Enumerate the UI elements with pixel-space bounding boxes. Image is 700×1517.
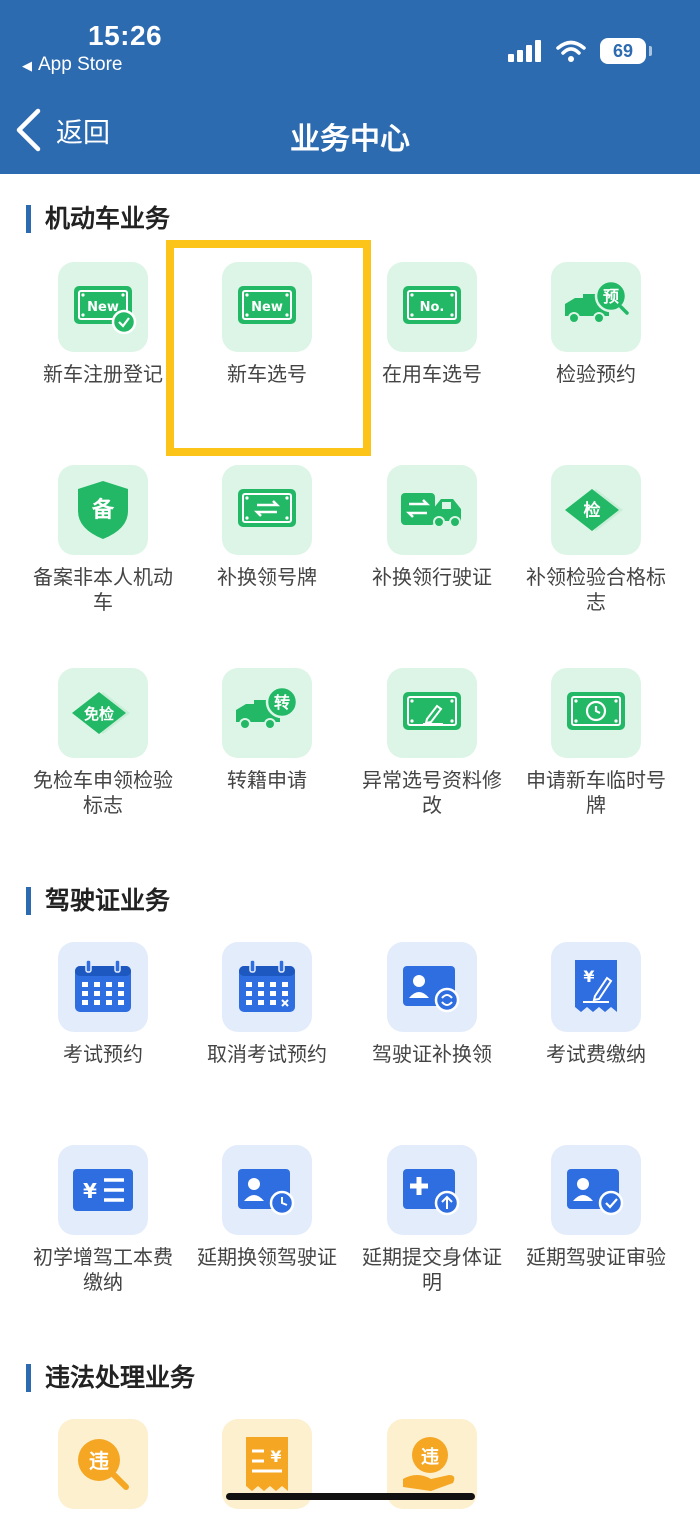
svg-text:转: 转 [274, 693, 290, 712]
svg-text:违: 违 [421, 1446, 439, 1468]
service-item-label: 补换领号牌 [217, 565, 317, 589]
service-item-label: 补换领行驶证 [372, 565, 492, 589]
new-plate-check-icon: New [58, 262, 148, 352]
service-item-label: 考试预约 [63, 1042, 143, 1066]
service-item[interactable]: 预检验预约 [514, 262, 678, 387]
signal-icon [508, 40, 541, 62]
service-item[interactable]: 考试预约 [21, 942, 185, 1067]
service-item[interactable]: 取消考试预约 [185, 942, 349, 1067]
home-indicator [226, 1493, 475, 1500]
service-item[interactable]: 免检免检车申领检验标志 [21, 668, 185, 818]
svg-text:备: 备 [91, 497, 115, 523]
service-item[interactable]: ¥ 初学增驾工本费缴纳 [21, 1145, 185, 1295]
status-back-app[interactable]: ◀ App Store [22, 54, 123, 76]
service-item[interactable]: New 新车注册登记 [21, 262, 185, 387]
status-icons: 69 [508, 38, 652, 64]
svg-text:¥: ¥ [583, 967, 594, 986]
inspection-diamond-icon: 检 [551, 465, 641, 555]
battery-indicator: 69 [600, 38, 652, 64]
header-bar: 15:26 ◀ App Store 69 返回 业务中心 [0, 0, 700, 174]
page-title: 业务中心 [290, 122, 410, 157]
license-check-icon [551, 1145, 641, 1235]
service-item-label: 考试费缴纳 [546, 1042, 646, 1066]
wifi-icon [556, 40, 586, 62]
service-item[interactable]: ¥ 考试费缴纳 [514, 942, 678, 1067]
svg-text:违: 违 [89, 1449, 109, 1473]
service-item[interactable]: 异常选号资料修改 [350, 668, 514, 818]
service-item-label: 补领检验合格标志 [526, 565, 666, 614]
truck-transfer-icon: 转 [222, 668, 312, 758]
service-item[interactable]: 违 [21, 1419, 185, 1509]
service-item-label: 延期提交身体证明 [362, 1245, 502, 1294]
service-item[interactable]: 驾驶证补换领 [350, 942, 514, 1067]
medical-upload-icon [387, 1145, 477, 1235]
svg-text:预: 预 [603, 287, 619, 306]
service-item-label: 驾驶证补换领 [372, 1042, 492, 1066]
svg-text:免检: 免检 [84, 705, 114, 723]
service-item-label: 初学增驾工本费缴纳 [33, 1245, 173, 1294]
highlight-box [166, 240, 371, 456]
shield-record-icon: 备 [58, 465, 148, 555]
violation-search-icon: 违 [58, 1419, 148, 1509]
service-item-label: 免检车申领检验标志 [33, 768, 173, 817]
svg-text:¥: ¥ [270, 1447, 281, 1466]
receipt-fee-icon: ¥ [551, 942, 641, 1032]
service-item-label: 延期换领驾驶证 [197, 1245, 337, 1269]
section-title-violation: 违法处理业务 [26, 1364, 195, 1392]
service-item[interactable]: 备备案非本人机动车 [21, 465, 185, 615]
service-item[interactable]: 延期提交身体证明 [350, 1145, 514, 1295]
status-back-app-label: App Store [38, 54, 123, 75]
no-plate-icon: No. [387, 262, 477, 352]
svg-text:¥: ¥ [83, 1179, 97, 1203]
service-item-label: 申请新车临时号牌 [526, 768, 666, 817]
service-item[interactable]: 补换领号牌 [185, 465, 349, 590]
plate-exchange-icon [222, 465, 312, 555]
service-item-label: 新车注册登记 [43, 362, 163, 386]
service-item[interactable]: 延期换领驾驶证 [185, 1145, 349, 1270]
status-time: 15:26 [88, 20, 163, 51]
svg-text:New: New [87, 300, 119, 315]
calendar-icon [58, 942, 148, 1032]
service-item[interactable]: 申请新车临时号牌 [514, 668, 678, 818]
car-exchange-icon [387, 465, 477, 555]
truck-reserve-icon: 预 [551, 262, 641, 352]
license-exchange-icon [387, 942, 477, 1032]
service-item[interactable]: No. 在用车选号 [350, 262, 514, 387]
service-item[interactable]: 转转籍申请 [185, 668, 349, 793]
section-title-vehicle: 机动车业务 [26, 205, 170, 233]
service-item[interactable]: 延期驾驶证审验 [514, 1145, 678, 1270]
service-item-label: 在用车选号 [382, 362, 482, 386]
svg-text:No.: No. [420, 300, 445, 315]
service-item-label: 延期驾驶证审验 [526, 1245, 666, 1269]
service-item[interactable]: 检补领检验合格标志 [514, 465, 678, 615]
exempt-diamond-icon: 免检 [58, 668, 148, 758]
service-item-label: 取消考试预约 [207, 1042, 327, 1066]
calendar-cancel-icon [222, 942, 312, 1032]
battery-level: 69 [612, 40, 634, 61]
service-item-label: 转籍申请 [227, 768, 307, 792]
service-item-label: 备案非本人机动车 [33, 565, 173, 614]
plate-clock-icon [551, 668, 641, 758]
license-clock-icon [222, 1145, 312, 1235]
service-item[interactable]: 补换领行驶证 [350, 465, 514, 590]
plate-edit-icon [387, 668, 477, 758]
back-triangle-icon: ◀ [22, 58, 32, 73]
svg-text:检: 检 [584, 500, 601, 521]
service-item-label: 检验预约 [556, 362, 636, 386]
service-item-label: 异常选号资料修改 [362, 768, 502, 817]
fee-list-icon: ¥ [58, 1145, 148, 1235]
section-title-license: 驾驶证业务 [26, 887, 170, 915]
